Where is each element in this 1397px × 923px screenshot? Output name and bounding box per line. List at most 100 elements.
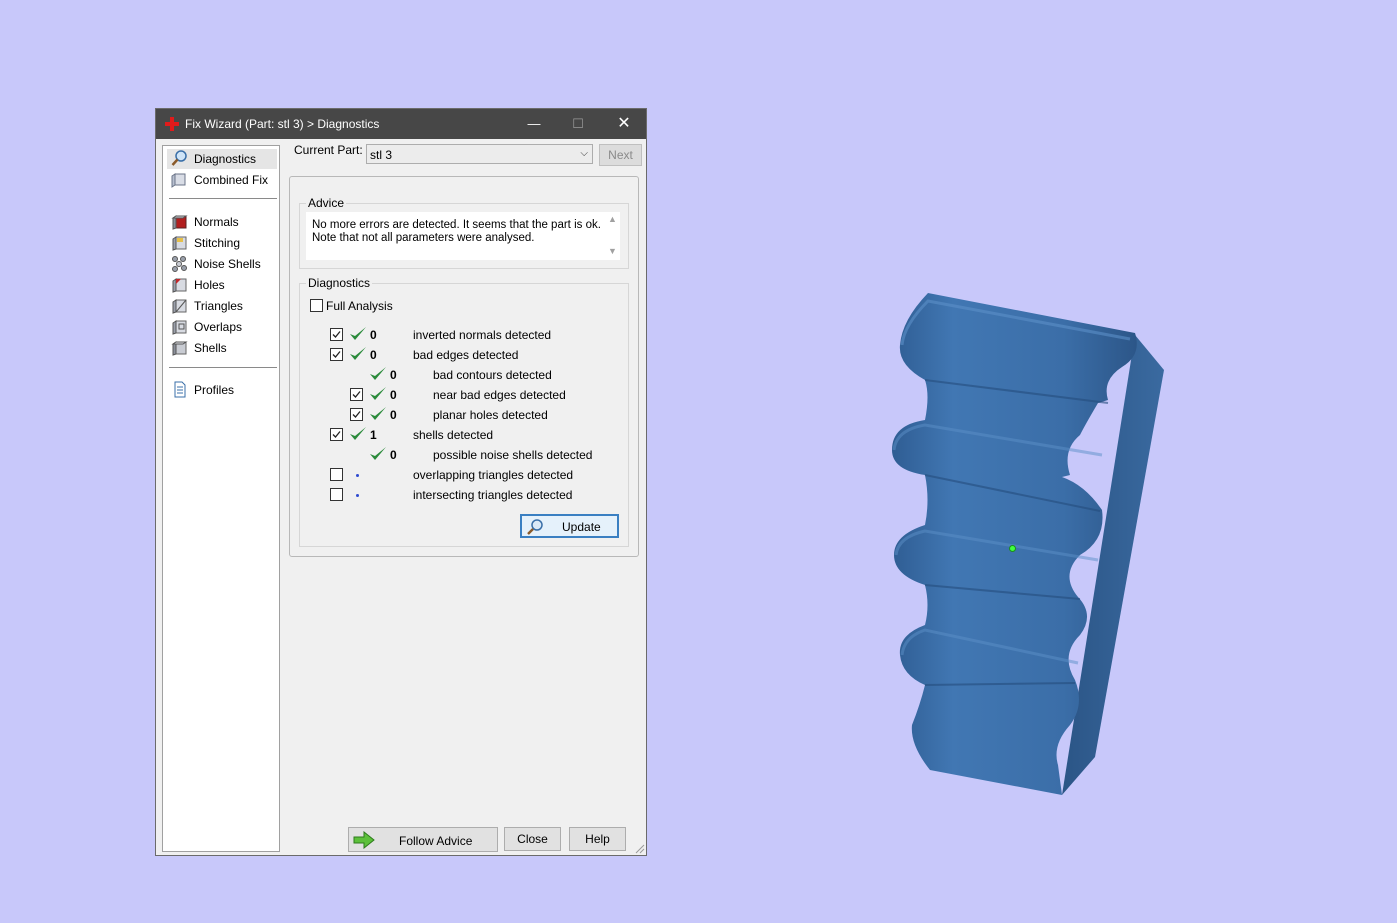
overlaps-cube-icon — [172, 320, 187, 335]
sidebar-item-overlaps[interactable]: Overlaps — [167, 317, 277, 337]
green-check-icon — [349, 326, 367, 342]
diagnostic-checkbox[interactable] — [350, 408, 363, 421]
update-button[interactable]: Update — [520, 514, 619, 538]
diagnostic-checkbox[interactable] — [330, 468, 343, 481]
scroll-down-icon: ▼ — [608, 246, 617, 256]
diagnostic-checkbox[interactable] — [330, 328, 343, 341]
magnifier-icon — [527, 519, 543, 535]
holes-cube-icon — [172, 278, 187, 293]
green-check-icon — [369, 446, 387, 462]
update-label: Update — [562, 520, 601, 534]
advice-line-2: Note that not all parameters were analys… — [312, 232, 535, 244]
diagnostic-value: 0 — [370, 328, 377, 342]
close-button[interactable]: Close — [504, 827, 561, 851]
sidebar-divider — [169, 198, 277, 199]
diagnostic-value: 0 — [390, 388, 397, 402]
advice-line-1: No more errors are detected. It seems th… — [312, 219, 601, 231]
sidebar-item-label: Stitching — [194, 236, 241, 250]
sidebar-item-diagnostics[interactable]: Diagnostics — [167, 149, 277, 169]
normals-cube-icon — [171, 215, 188, 230]
sidebar-item-label: Diagnostics — [194, 152, 257, 166]
help-button[interactable]: Help — [569, 827, 626, 851]
current-part-label: Current Part: — [294, 143, 363, 157]
follow-advice-label: Follow Advice — [399, 834, 473, 848]
diagnostic-checkbox[interactable] — [350, 388, 363, 401]
follow-advice-button[interactable]: Follow Advice — [348, 827, 498, 852]
diagnostic-checkbox[interactable] — [330, 488, 343, 501]
sidebar-item-triangles[interactable]: Triangles — [167, 296, 277, 316]
stitching-cube-icon — [172, 236, 187, 251]
sidebar-item-shells[interactable]: Shells — [167, 338, 277, 358]
rotation-center-marker — [1009, 545, 1016, 552]
sidebar: Diagnostics Combined Fix Normals Stitchi… — [162, 145, 280, 852]
sidebar-item-label: Combined Fix — [194, 173, 269, 187]
diagnostic-value: 0 — [390, 448, 397, 462]
document-icon — [174, 381, 186, 398]
shells-cube-icon — [171, 341, 188, 356]
fix-wizard-window: Fix Wizard (Part: stl 3) > Diagnostics —… — [155, 108, 647, 856]
advice-text-box[interactable]: No more errors are detected. It seems th… — [306, 212, 620, 260]
diagnostic-value: 1 — [370, 428, 377, 442]
close-window-button[interactable]: ✕ — [602, 109, 646, 139]
sidebar-item-label: Triangles — [194, 299, 243, 313]
diagnostics-title: Diagnostics — [306, 276, 373, 290]
diagnostic-value: 0 — [370, 348, 377, 362]
diagnostic-label: inverted normals detected — [413, 328, 552, 342]
chevron-down-icon: ⌵ — [580, 148, 588, 159]
sidebar-item-label: Shells — [194, 341, 227, 355]
diagnostic-value: 0 — [390, 408, 397, 422]
arrow-right-icon — [353, 831, 375, 849]
full-analysis-label: Full Analysis — [326, 299, 393, 313]
diagnostic-checkbox[interactable] — [330, 348, 343, 361]
resize-grip-icon[interactable] — [633, 842, 645, 854]
red-cross-icon — [165, 117, 179, 131]
window-title: Fix Wizard (Part: stl 3) > Diagnostics — [185, 117, 380, 131]
magnifier-icon — [171, 150, 187, 166]
noise-shells-icon — [172, 256, 187, 272]
sidebar-item-label: Holes — [194, 278, 225, 292]
green-check-icon — [369, 406, 387, 422]
full-analysis-checkbox[interactable] — [310, 299, 323, 312]
cube-icon — [171, 173, 186, 188]
scroll-up-icon: ▲ — [608, 214, 617, 224]
sidebar-item-label: Noise Shells — [194, 257, 261, 271]
sidebar-item-normals[interactable]: Normals — [167, 212, 277, 232]
sidebar-item-label: Profiles — [194, 383, 235, 397]
sidebar-item-noise-shells[interactable]: Noise Shells — [167, 254, 277, 274]
sidebar-item-label: Normals — [194, 215, 239, 229]
triangles-cube-icon — [172, 299, 187, 314]
diagnostics-panel: Advice No more errors are detected. It s… — [289, 176, 639, 557]
green-check-icon — [369, 366, 387, 382]
diagnostic-label: overlapping triangles detected — [413, 468, 574, 482]
advice-scrollbar[interactable]: ▲ ▼ — [604, 212, 620, 260]
sidebar-item-profiles[interactable]: Profiles — [167, 380, 277, 400]
diagnostic-value: 0 — [390, 368, 397, 382]
sidebar-divider — [169, 367, 277, 368]
diagnostic-checkbox[interactable] — [330, 428, 343, 441]
sidebar-item-combined-fix[interactable]: Combined Fix — [167, 170, 277, 190]
diagnostic-label: planar holes detected — [433, 408, 548, 422]
diagnostic-label: intersecting triangles detected — [413, 488, 573, 502]
diagnostic-label: bad contours detected — [433, 368, 552, 382]
not-analysed-dot-icon — [356, 494, 359, 497]
minimize-button[interactable]: — — [512, 109, 556, 139]
green-check-icon — [349, 346, 367, 362]
sidebar-item-holes[interactable]: Holes — [167, 275, 277, 295]
advice-title: Advice — [306, 196, 347, 210]
3d-part-model[interactable] — [880, 285, 1180, 805]
diagnostic-label: shells detected — [413, 428, 494, 442]
title-bar[interactable]: Fix Wizard (Part: stl 3) > Diagnostics —… — [156, 109, 646, 139]
current-part-value: stl 3 — [370, 148, 393, 162]
not-analysed-dot-icon — [356, 474, 359, 477]
diagnostic-label: bad edges detected — [413, 348, 519, 362]
diagnostic-label: near bad edges detected — [433, 388, 566, 402]
next-button[interactable]: Next — [599, 144, 642, 166]
green-check-icon — [349, 426, 367, 442]
advice-group: Advice No more errors are detected. It s… — [299, 196, 629, 269]
maximize-button[interactable]: ☐ — [556, 109, 600, 139]
diagnostics-group: Diagnostics Full Analysis 0 inverted norma… — [299, 276, 629, 547]
current-part-dropdown[interactable]: stl 3 ⌵ — [366, 144, 593, 164]
green-check-icon — [369, 386, 387, 402]
sidebar-item-stitching[interactable]: Stitching — [167, 233, 277, 253]
diagnostic-label: possible noise shells detected — [433, 448, 593, 462]
